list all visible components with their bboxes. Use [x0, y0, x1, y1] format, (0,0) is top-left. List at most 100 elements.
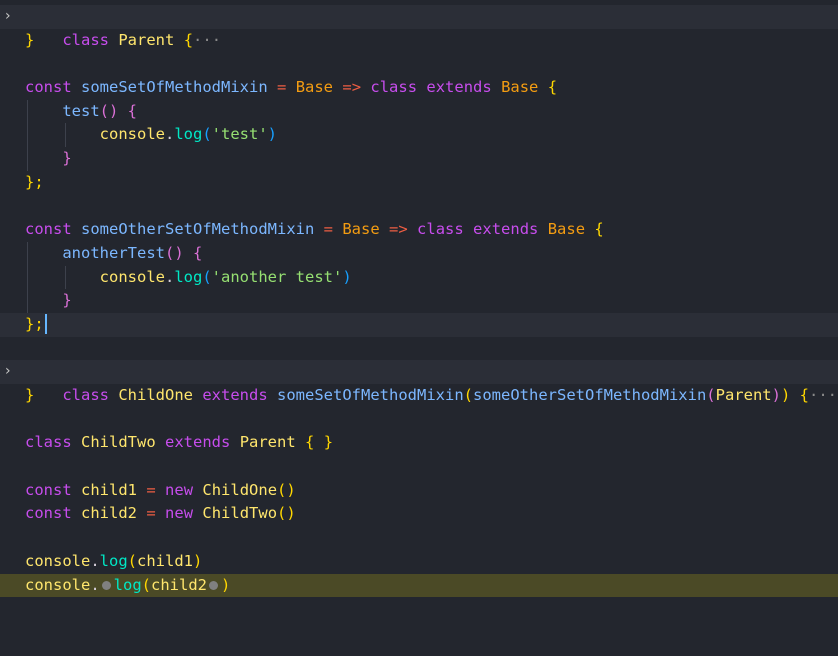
keyword: new: [165, 504, 194, 523]
identifier: child2: [81, 504, 138, 523]
identifier: child1: [81, 480, 138, 499]
class-name: ChildTwo: [202, 504, 278, 523]
code-line-18[interactable]: [0, 408, 838, 432]
operator: =: [277, 78, 287, 97]
identifier: console: [25, 551, 91, 570]
paren: (: [202, 267, 212, 286]
text-cursor: [44, 314, 47, 335]
code-line-2[interactable]: }: [0, 29, 838, 53]
dot: .: [164, 125, 175, 144]
code-line-6[interactable]: console.log('test'): [0, 123, 838, 148]
code-line-3[interactable]: [0, 52, 838, 76]
param: Base: [501, 78, 539, 97]
code-line-23[interactable]: [0, 526, 838, 550]
code-line-1[interactable]: › class Parent {···: [0, 5, 838, 49]
identifier: child2: [151, 575, 208, 594]
identifier: console: [99, 125, 165, 144]
indent-guide: [27, 123, 28, 148]
breakpoint-dot-icon[interactable]: [101, 580, 111, 590]
fold-chevron-icon[interactable]: ›: [5, 5, 11, 29]
indent-guide: [65, 123, 66, 148]
brace: }: [62, 149, 72, 168]
code-line-17[interactable]: }: [0, 384, 838, 408]
dot: .: [90, 575, 100, 594]
code-editor[interactable]: › class Parent {··· } const someSetOfMeth…: [0, 0, 838, 656]
brace: {: [594, 220, 604, 239]
param: Base: [342, 220, 380, 239]
code-line-14[interactable]: };: [0, 312, 838, 337]
keyword: extends: [473, 220, 539, 239]
keyword: const: [25, 504, 72, 523]
identifier: someSetOfMethodMixin: [81, 78, 268, 97]
code-line-7[interactable]: }: [0, 147, 838, 171]
code-line-12[interactable]: console.log('another test'): [0, 265, 838, 290]
code-line-19[interactable]: class ChildTwo extends Parent { }: [0, 431, 838, 455]
brace: }: [62, 291, 72, 310]
class-name: Parent: [239, 433, 296, 452]
fold-chevron-icon[interactable]: ›: [5, 360, 11, 384]
keyword: extends: [426, 78, 492, 97]
code-line-22[interactable]: const child2 = new ChildTwo(): [0, 502, 838, 526]
brace: }: [25, 386, 35, 404]
code-line-11[interactable]: anotherTest() {: [0, 241, 838, 266]
brace: {: [305, 433, 315, 452]
indent-guide: [27, 241, 28, 266]
keyword: const: [25, 220, 72, 239]
keyword: new: [165, 480, 194, 499]
code-line-9[interactable]: [0, 195, 838, 219]
code-line-8[interactable]: };: [0, 171, 838, 195]
parens: (): [164, 243, 184, 262]
brace: {: [547, 78, 558, 97]
code-line-10[interactable]: const someOtherSetOfMethodMixin = Base =…: [0, 218, 838, 242]
method-name: test: [62, 101, 100, 120]
identifier: console: [99, 267, 165, 286]
paren: ): [221, 575, 231, 594]
class-name: ChildOne: [202, 480, 278, 499]
param: Base: [295, 78, 334, 97]
param: Base: [547, 220, 586, 239]
identifier: someOtherSetOfMethodMixin: [81, 220, 315, 239]
code-line-13[interactable]: }: [0, 289, 838, 313]
keyword: class: [25, 433, 72, 452]
method-call: log: [174, 125, 203, 144]
code-line-15[interactable]: [0, 337, 838, 361]
dot: .: [90, 551, 100, 570]
string: 'another test': [211, 267, 343, 286]
brace: }: [323, 433, 334, 452]
paren: ): [342, 267, 352, 286]
code-line-20[interactable]: [0, 455, 838, 479]
string: 'test': [211, 125, 268, 144]
paren: (: [202, 125, 212, 144]
operator: =: [146, 480, 156, 499]
brace: {: [193, 243, 203, 262]
identifier: child1: [137, 551, 194, 570]
indent-guide: [27, 289, 28, 313]
code-line-16[interactable]: › class ChildOne extends someSetOfMethodM…: [0, 360, 838, 404]
paren: (: [127, 551, 138, 570]
parens: (): [99, 101, 119, 120]
breakpoint-dot-icon[interactable]: [209, 580, 219, 590]
code-line-5[interactable]: test() {: [0, 99, 838, 124]
operator: =: [146, 504, 156, 523]
paren: (: [141, 575, 152, 594]
code-line-21[interactable]: const child1 = new ChildOne(): [0, 479, 838, 503]
keyword: const: [25, 480, 72, 499]
identifier: console: [25, 575, 91, 594]
keyword: extends: [165, 433, 231, 452]
indent-guide: [27, 265, 28, 290]
dot: .: [164, 267, 175, 286]
paren: ): [267, 125, 278, 144]
parens: (): [277, 480, 296, 499]
brace: {: [127, 101, 138, 120]
indent-guide: [65, 265, 66, 290]
code-line-24[interactable]: console.log(child1): [0, 550, 838, 574]
brace: }: [25, 30, 35, 49]
code-line-25-debug-highlight[interactable]: console. log(child2): [0, 573, 838, 598]
keyword: class: [417, 220, 464, 239]
method-call: log: [113, 575, 142, 594]
parens: (): [277, 504, 296, 523]
method-call: log: [174, 267, 203, 286]
brace: };: [25, 314, 44, 333]
code-line-4[interactable]: const someSetOfMethodMixin = Base => cla…: [0, 76, 838, 100]
indent-guide: [27, 147, 28, 171]
